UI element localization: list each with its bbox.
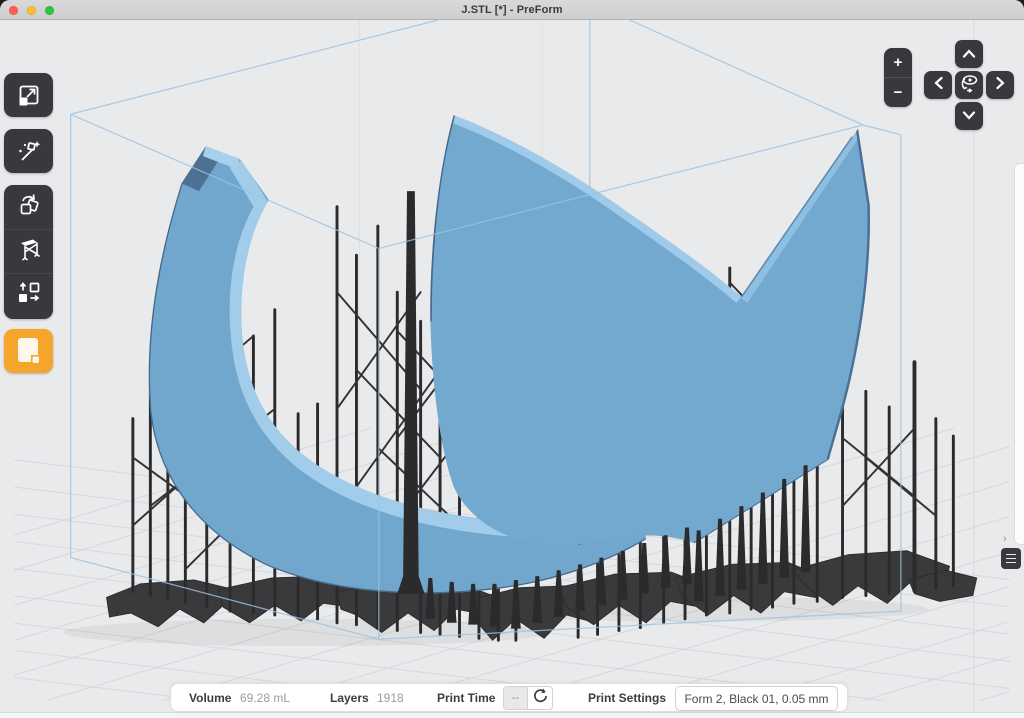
- refresh-print-time-button[interactable]: [528, 687, 552, 709]
- right-panel-collapsed-strip[interactable]: [1014, 163, 1024, 545]
- cartridge-icon: [16, 336, 42, 366]
- pan-down-button[interactable]: [955, 102, 983, 130]
- tool-group: [4, 185, 53, 319]
- window-bottom-edge: [0, 712, 1024, 718]
- close-window-button[interactable]: [9, 6, 18, 15]
- orbit-view-button[interactable]: [955, 71, 983, 99]
- volume-label: Volume: [189, 691, 231, 705]
- print-time-label: Print Time: [437, 691, 495, 705]
- zoom-window-button[interactable]: [45, 6, 54, 15]
- refresh-icon: [532, 687, 549, 709]
- status-bar: Volume 69.28 mL Layers 1918 Print Time -…: [170, 683, 848, 712]
- print-time-control: --: [503, 686, 553, 710]
- zoom-in-button[interactable]: +: [884, 48, 912, 78]
- window-title: J.STL [*] - PreForm: [0, 0, 1024, 20]
- panel-chevron: ›: [1003, 533, 1007, 545]
- chevron-left-icon: [934, 76, 943, 95]
- preform-window: J.STL [*] - PreForm: [0, 0, 1024, 718]
- supports-tool-button[interactable]: [4, 229, 53, 273]
- layout-tool-button[interactable]: [4, 273, 53, 317]
- chevron-up-icon: [962, 45, 976, 63]
- print-time-value: --: [504, 687, 528, 709]
- scale-icon: [17, 83, 41, 107]
- magic-wand-icon: [16, 138, 42, 164]
- orbit-eye-icon: [958, 72, 980, 99]
- titlebar[interactable]: J.STL [*] - PreForm: [0, 0, 1024, 20]
- rotate-icon: [16, 192, 42, 223]
- 3d-viewport[interactable]: [0, 20, 1024, 718]
- pan-left-button[interactable]: [924, 71, 952, 99]
- chevron-right-icon: [996, 76, 1005, 95]
- print-settings-label: Print Settings: [588, 691, 666, 705]
- layers-label: Layers: [330, 691, 369, 705]
- pan-right-button[interactable]: [986, 71, 1014, 99]
- one-click-print-button[interactable]: [4, 129, 53, 173]
- volume-value: 69.28 mL: [240, 691, 290, 705]
- chevron-down-icon: [962, 107, 976, 125]
- layout-icon: [16, 280, 42, 311]
- zoom-control: + −: [884, 48, 912, 107]
- pan-up-button[interactable]: [955, 40, 983, 68]
- print-button[interactable]: [4, 329, 53, 373]
- minimize-window-button[interactable]: [27, 6, 36, 15]
- size-tool-button[interactable]: [4, 73, 53, 117]
- supports-icon: [16, 236, 42, 267]
- layers-value: 1918: [377, 691, 404, 705]
- zoom-out-button[interactable]: −: [884, 78, 912, 107]
- right-panel-toggle-button[interactable]: [1001, 548, 1021, 569]
- print-settings-field[interactable]: Form 2, Black 01, 0.05 mm: [675, 686, 838, 711]
- scene-canvas: [0, 20, 1024, 718]
- orient-tool-button[interactable]: [4, 185, 53, 229]
